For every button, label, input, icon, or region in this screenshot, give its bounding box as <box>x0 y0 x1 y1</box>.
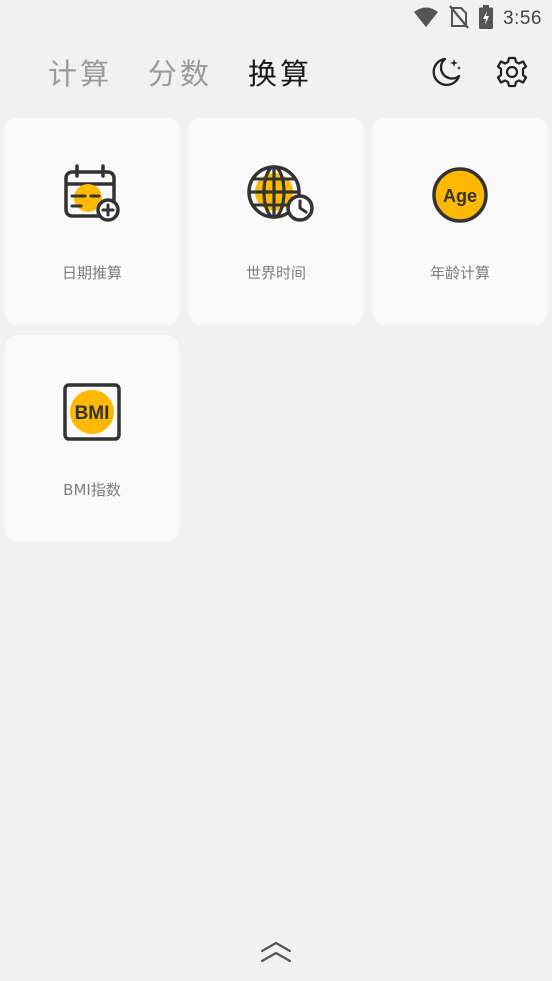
moon-stars-icon <box>428 54 464 94</box>
tab-fraction[interactable]: 分数 <box>148 54 212 94</box>
tab-bar: 计算 分数 换算 <box>48 54 312 94</box>
card-bmi-index[interactable]: BMI BMI指数 <box>5 335 179 542</box>
card-label: 世界时间 <box>245 264 306 282</box>
chevron-double-up-icon <box>258 941 294 971</box>
status-bar: 3:56 <box>0 0 552 38</box>
wifi-icon <box>413 6 439 32</box>
no-sim-icon <box>449 5 469 33</box>
settings-gear-icon <box>495 55 529 93</box>
dark-mode-button[interactable] <box>428 56 464 92</box>
card-world-time[interactable]: 世界时间 <box>189 118 363 325</box>
status-time: 3:56 <box>503 8 542 29</box>
age-icon-text: Age <box>443 186 477 206</box>
card-date-calculation[interactable]: 日期推算 <box>5 118 179 325</box>
tool-grid: 日期推算 世界时间 Age 年龄计算 BMI BMI指数 <box>5 118 547 542</box>
age-badge-icon: Age <box>429 164 491 226</box>
tab-conversion[interactable]: 换算 <box>248 54 312 94</box>
globe-clock-icon <box>245 164 314 226</box>
card-age-calculation[interactable]: Age 年龄计算 <box>373 118 547 325</box>
card-label: 年龄计算 <box>429 264 490 282</box>
settings-button[interactable] <box>494 56 530 92</box>
card-label: 日期推算 <box>61 264 122 282</box>
header-actions <box>428 56 530 92</box>
calendar-add-icon <box>61 164 123 226</box>
status-icons: 3:56 <box>413 4 542 34</box>
card-label: BMI指数 <box>63 481 121 499</box>
expand-handle[interactable] <box>258 937 294 967</box>
bmi-icon-text: BMI <box>75 403 110 424</box>
tab-calculate[interactable]: 计算 <box>48 54 112 94</box>
battery-charging-icon <box>479 5 494 33</box>
header: 计算 分数 换算 <box>0 50 552 100</box>
bmi-icon: BMI <box>61 381 123 443</box>
